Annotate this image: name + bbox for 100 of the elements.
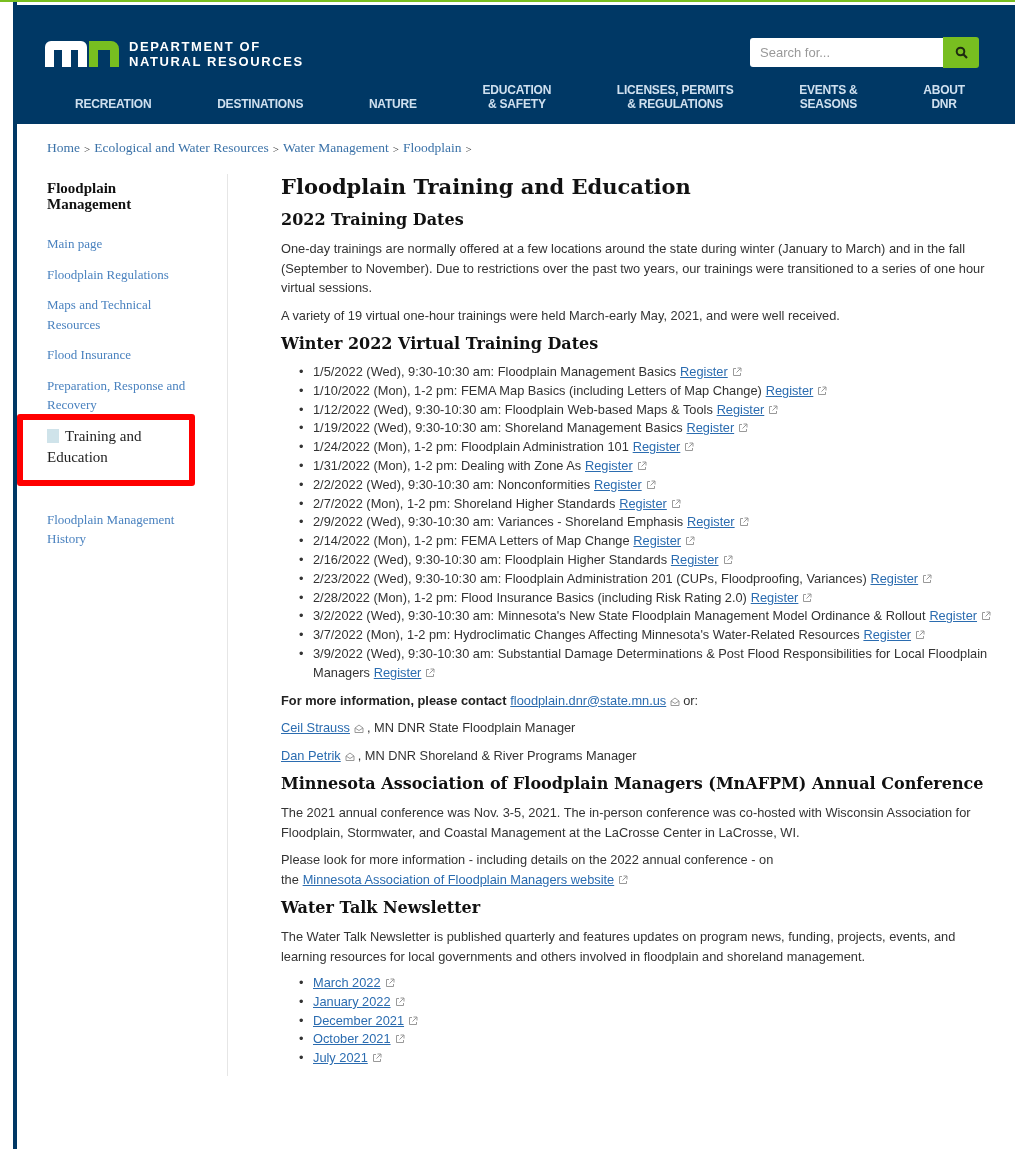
mail-icon [354, 724, 364, 734]
paragraph: A variety of 19 virtual one-hour trainings were held March-early May, 2021, and were well received. [281, 306, 841, 325]
list-item: 2/28/2022 (Mon), 1-2 pm: Flood Insurance Basics (including Risk Rating 2.0) Register [313, 588, 995, 608]
list-item: 1/10/2022 (Mon), 1-2 pm: FEMA Map Basics (including Letters of Map Change) Register [313, 381, 995, 401]
sidebar-item[interactable]: Training and Education [47, 425, 177, 468]
nav-link[interactable]: RECREATION [75, 97, 152, 111]
bullet: • [299, 457, 305, 475]
nav-link[interactable]: NATURE [368, 97, 417, 111]
text-link[interactable]: Register [619, 495, 667, 511]
bullet: • [299, 1030, 305, 1049]
text-link[interactable]: Register [594, 476, 642, 492]
bullet: • [299, 992, 305, 1011]
text-link[interactable]: July 2021 [313, 1050, 368, 1066]
bullet: • [299, 974, 305, 993]
list-item: 2/7/2022 (Mon), 1-2 pm: Shoreland Higher Standards Register [313, 494, 995, 514]
sidebar-item[interactable]: Preparation, Response and Recovery [47, 375, 202, 415]
sidebar-item[interactable]: Main page [47, 234, 202, 254]
paragraph: Dan Petrik , MN DNR Shoreland & River Programs Manager [281, 746, 638, 765]
bullet: • [299, 532, 305, 551]
nav-link[interactable]: ABOUT DNR [923, 83, 965, 111]
bullet: • [299, 1049, 305, 1068]
search-button[interactable] [943, 37, 979, 68]
text-link[interactable]: Register [680, 364, 728, 379]
breadcrumb-separator: > [272, 142, 279, 157]
external-link-icon [722, 554, 733, 565]
text-link[interactable]: October 2021 [313, 1031, 391, 1047]
sidebar-item[interactable]: Flood Insurance [47, 345, 202, 365]
logo-icon[interactable] [45, 41, 119, 67]
external-link-icon [685, 536, 695, 547]
section-heading: Minnesota Association of Floodplain Managers (MnAFPM) Annual Conference [281, 773, 985, 796]
sidebar-item[interactable]: Maps and Technical Resources [47, 295, 202, 334]
nav-link[interactable]: EVENTS & SEASONS [799, 83, 858, 111]
text-link[interactable]: March 2022 [313, 975, 381, 991]
bullet: • [299, 363, 305, 381]
external-link-icon [817, 385, 828, 396]
bullet: • [299, 644, 305, 663]
text-link[interactable]: Register [632, 439, 681, 455]
list-item: 1/19/2022 (Wed), 9:30-10:30 am: Shoreland Management Basics Register [313, 419, 995, 439]
nav-link[interactable]: LICENSES, PERMITS & REGULATIONS [616, 83, 734, 111]
paragraph: The 2021 annual conference was Nov. 3-5, 2021. The in-person conference was co-hosted with Wisconsin Association for Floodplain, Stormwater, and Coastal Management at the LaCrosse Center in LaCrosse, WI. [281, 804, 972, 842]
sidebar-item[interactable]: Floodplain Management History [47, 509, 202, 549]
list-item: 1/5/2022 (Wed), 9:30-10:30 am: Floodplain Management Basics Register [313, 363, 995, 382]
nav-link[interactable]: EDUCATION & SAFETY [482, 83, 552, 111]
external-link-icon [738, 517, 749, 528]
text-link[interactable]: Register [863, 627, 912, 643]
text-link[interactable]: December 2021 [313, 1012, 405, 1028]
text-link[interactable]: Register [716, 401, 765, 417]
text-link[interactable]: January 2022 [313, 993, 391, 1009]
bullet: • [299, 419, 305, 438]
list-item: 2/23/2022 (Wed), 9:30-10:30 am: Floodplain Administration 201 (CUPs, Floodproofing, Variances) Register [313, 569, 995, 589]
sidebar-title: Floodplain Management [47, 180, 133, 212]
external-link-icon [645, 479, 656, 490]
breadcrumb-separator: > [392, 142, 399, 157]
text-link[interactable]: Register [686, 420, 735, 436]
sidebar-item[interactable]: Floodplain Regulations [47, 264, 202, 284]
text-link[interactable]: Register [870, 570, 919, 586]
section-heading: Water Talk Newsletter [281, 897, 482, 920]
text-link[interactable]: Register [750, 589, 799, 605]
external-link-icon [394, 1034, 405, 1045]
bullet: • [299, 1011, 305, 1030]
list-item: 2/9/2022 (Wed), 9:30-10:30 am: Variances - Shoreland Emphasis Register [313, 513, 995, 533]
external-link-icon [915, 630, 926, 641]
breadcrumb-link[interactable]: Ecological and Water Resources [94, 140, 269, 158]
text-link[interactable]: floodplain.dnr@state.mn.us [510, 692, 667, 708]
external-link-icon [802, 592, 813, 603]
text-link[interactable]: Minnesota Association of Floodplain Managers website [302, 871, 615, 887]
breadcrumb-link[interactable]: Home [47, 140, 80, 158]
breadcrumb-link[interactable]: Water Management [282, 140, 389, 158]
mail-icon [344, 751, 355, 761]
external-link-icon [768, 404, 779, 415]
breadcrumb-link[interactable]: Floodplain [402, 140, 462, 158]
text-link[interactable]: Register [585, 458, 633, 473]
external-link-icon [618, 874, 629, 885]
external-link-icon [738, 423, 749, 434]
agency-name[interactable]: DEPARTMENT OF NATURAL RESOURCES [129, 39, 304, 69]
paragraph: Please look for more information - including details on the 2022 annual conference - on the Minnesota Association of Floodplain Managers website [281, 851, 775, 889]
text-link[interactable]: Dan Petrik [281, 747, 341, 763]
list-item: 2/14/2022 (Mon), 1-2 pm: FEMA Letters of Map Change Register [313, 532, 995, 551]
list-item: 3/7/2022 (Mon), 1-2 pm: Hydroclimatic Changes Affecting Minnesota's Water-Related Resources Register [313, 626, 995, 645]
external-link-icon [425, 667, 436, 678]
text-link[interactable]: Register [686, 514, 735, 530]
text-link[interactable]: Register [670, 551, 719, 567]
search-field[interactable]: Search for... [750, 38, 943, 67]
external-link-icon [981, 611, 992, 622]
list-item: 1/12/2022 (Wed), 9:30-10:30 am: Floodplain Web-based Maps & Tools Register [313, 400, 995, 420]
nav-link[interactable]: DESTINATIONS [217, 97, 304, 111]
paragraph: For more information, please contact floodplain.dnr@state.mn.us or: [281, 691, 700, 710]
paragraph: Ceil Strauss , MN DNR State Floodplain Manager [281, 719, 577, 738]
external-link-icon [394, 996, 405, 1007]
bullet: • [299, 607, 305, 626]
bullet: • [299, 381, 305, 400]
text-link[interactable]: Register [929, 608, 978, 624]
text-link[interactable]: Register [633, 533, 681, 549]
external-link-icon [371, 1053, 382, 1064]
text-link[interactable]: Register [765, 382, 814, 398]
text-link[interactable]: Ceil Strauss [281, 720, 350, 736]
breadcrumb-separator: > [465, 142, 472, 157]
text-link[interactable]: Register [373, 664, 422, 680]
list-item: 3/2/2022 (Wed), 9:30-10:30 am: Minnesota's New State Floodplain Management Model Ordinance & Rollout Register [313, 607, 995, 627]
search-icon [954, 46, 968, 59]
